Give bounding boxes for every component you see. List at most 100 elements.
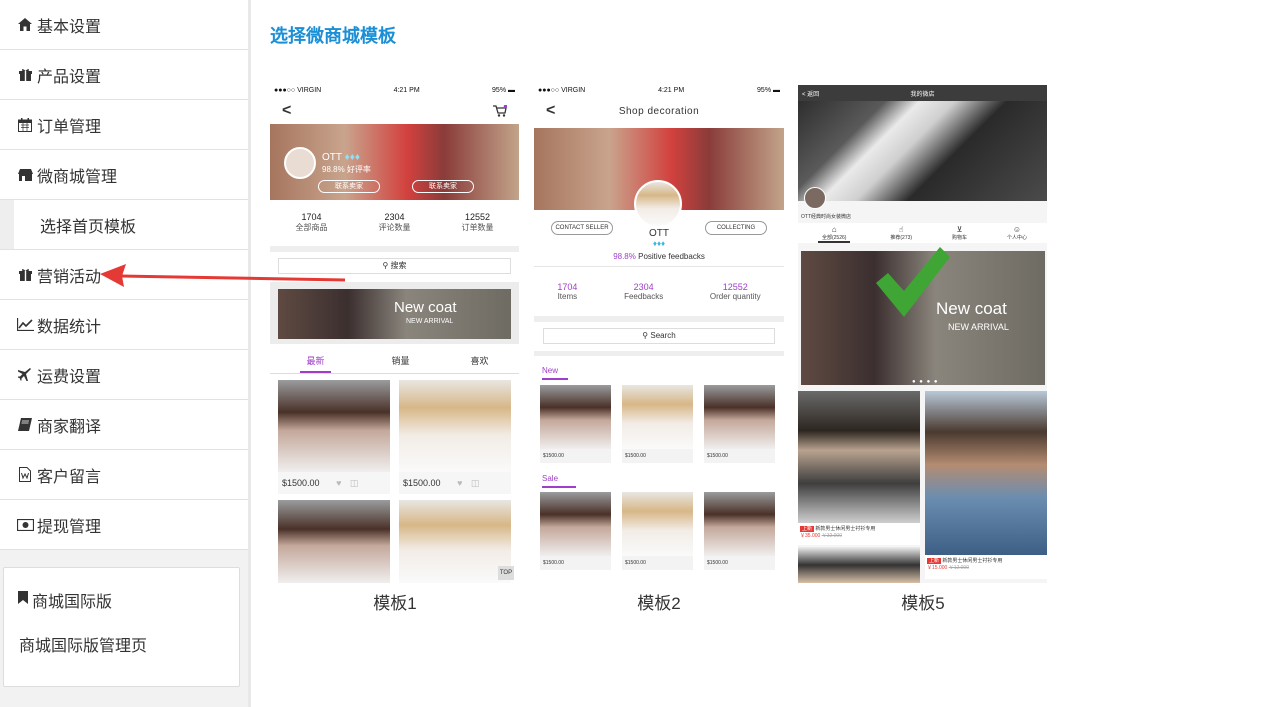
product-price: $1500.00 ♥ ◫ bbox=[399, 472, 511, 494]
product-image[interactable] bbox=[278, 380, 390, 472]
divider bbox=[534, 266, 784, 267]
product-price: $1500.00 bbox=[540, 556, 611, 570]
rating: 98.8% 好评率 bbox=[322, 165, 371, 174]
product-image[interactable] bbox=[399, 500, 511, 583]
sidebar-item-select-home-template[interactable]: 选择首页模板 bbox=[0, 200, 248, 250]
sidebar-item-label: 订单管理 bbox=[37, 118, 102, 136]
sidebar-item-customer-messages[interactable]: 客户留言 bbox=[0, 450, 248, 500]
stat: 2304 评论数量 bbox=[378, 212, 411, 232]
product-price: $1500.00 bbox=[704, 556, 775, 570]
template-2-preview[interactable]: ●●●○○ VIRGIN 4:21 PM 95% ▬ < Shop decora… bbox=[534, 86, 784, 583]
sidebar-item-label: 产品设置 bbox=[37, 68, 102, 86]
sidebar: 基本设置 产品设置 订单管理 微商城管理 选择首页模板 营销活动 数据统计 运费… bbox=[0, 0, 251, 707]
sidebar-item-label: 数据统计 bbox=[37, 318, 102, 336]
stat: 1704 全部商品 bbox=[295, 212, 328, 232]
status-bar: ●●●○○ VIRGIN 4:21 PM 95% ▬ bbox=[534, 86, 784, 98]
time: 4:21 PM bbox=[393, 87, 420, 94]
template-2-label[interactable]: 模板2 bbox=[534, 589, 784, 614]
product-tabs: 最新 销量 喜欢 bbox=[270, 354, 519, 373]
status-bar: ●●●○○ VIRGIN 4:21 PM 95% ▬ bbox=[270, 86, 519, 98]
sidebar-item-label: 选择首页模板 bbox=[40, 218, 137, 236]
cart-icon: ◫ bbox=[470, 478, 480, 488]
collect-button[interactable]: 联系卖家 bbox=[412, 180, 474, 193]
sidebar-item-label: 客户留言 bbox=[37, 468, 102, 486]
line-chart-icon bbox=[16, 316, 34, 334]
section-sale: Sale bbox=[542, 474, 577, 488]
stats-row: 1704 全部商品 2304 评论数量 12552 订单数量 bbox=[270, 212, 519, 233]
calendar-icon bbox=[16, 116, 34, 134]
stat: 12552 Order quantity bbox=[709, 282, 761, 301]
search-icon: ⚲ bbox=[642, 331, 649, 340]
product-image[interactable] bbox=[704, 385, 775, 449]
sidebar-item-withdrawal[interactable]: 提现管理 bbox=[0, 500, 248, 550]
product-price: $1500.00 bbox=[540, 449, 611, 463]
page-title: 选择微商城模板 bbox=[270, 26, 396, 46]
template-1-preview[interactable]: ●●●○○ VIRGIN 4:21 PM 95% ▬ < OTT ♦♦♦ 98.… bbox=[270, 86, 519, 583]
product-image[interactable] bbox=[798, 391, 920, 523]
back-to-top-button[interactable]: TOP bbox=[498, 566, 514, 580]
product-image[interactable] bbox=[925, 391, 1047, 555]
user-icon: ☺ bbox=[1012, 225, 1022, 234]
template-5-preview[interactable]: < 返回 我的微店 OTT经典时尚女装微店 ⌂ 全部(2526) ☝ 推荐(273)… bbox=[798, 85, 1047, 583]
sidebar-item-label: 商家翻译 bbox=[37, 418, 102, 436]
product-image[interactable] bbox=[278, 500, 390, 583]
book-icon bbox=[16, 416, 34, 434]
search-input[interactable]: ⚲ Search bbox=[543, 328, 775, 344]
carousel-dots: ● ● ● ● bbox=[912, 379, 939, 385]
product-image[interactable] bbox=[399, 380, 511, 472]
product-info: 上新 新款男士休闲男士衬衫专用 ￥35.000 ￥32.000 bbox=[798, 523, 920, 545]
product-image[interactable] bbox=[540, 492, 611, 556]
heart-icon: ♥ bbox=[336, 478, 342, 488]
intl-title-text: 商城国际版 bbox=[32, 594, 113, 611]
cart-icon: ⊻ bbox=[956, 225, 963, 234]
sidebar-item-basic-settings[interactable]: 基本设置 bbox=[0, 0, 248, 50]
header-title: 我的微店 bbox=[910, 92, 935, 98]
template-1-label[interactable]: 模板1 bbox=[270, 589, 520, 614]
shop-tabs: ⌂ 全部(2526) ☝ 推荐(273) ⊻ 购物车 ☺ 个人中心 bbox=[798, 223, 1047, 243]
home-icon bbox=[16, 16, 34, 34]
product-image[interactable] bbox=[704, 492, 775, 556]
carrier: ●●●○○ VIRGIN bbox=[538, 87, 586, 94]
sidebar-item-shipping[interactable]: 运费设置 bbox=[0, 350, 248, 400]
tab-favorites[interactable]: 喜欢 bbox=[470, 354, 488, 373]
document-icon bbox=[16, 466, 34, 484]
diamond-icons: ♦♦♦ bbox=[652, 239, 666, 248]
avatar bbox=[804, 187, 826, 209]
section-new: New bbox=[542, 366, 569, 380]
product-info: 上新 新款男士休闲男士衬衫专用 ￥15.000 ￥12.000 bbox=[925, 555, 1047, 579]
sidebar-item-label: 运费设置 bbox=[37, 368, 102, 386]
tab-all[interactable]: ⌂ 全部(2526) bbox=[817, 223, 851, 243]
template-5-label[interactable]: 模板5 bbox=[798, 589, 1048, 614]
tab-cart[interactable]: ⊻ 购物车 bbox=[952, 223, 967, 243]
rating: 98.8% Positive feedbacks bbox=[613, 252, 705, 261]
back-icon: < bbox=[282, 102, 292, 119]
bookmark-icon bbox=[18, 591, 28, 609]
avatar bbox=[634, 180, 682, 228]
product-image[interactable] bbox=[622, 385, 693, 449]
intl-title: 商城国际版 bbox=[18, 588, 112, 612]
sidebar-item-product-settings[interactable]: 产品设置 bbox=[0, 50, 248, 100]
sidebar-item-label: 微商城管理 bbox=[37, 168, 118, 186]
product-image[interactable] bbox=[798, 547, 920, 583]
time: 4:21 PM bbox=[658, 87, 685, 94]
gift-icon bbox=[16, 266, 34, 284]
sidebar-item-mall-management[interactable]: 微商城管理 bbox=[0, 150, 248, 200]
product-price: $1500.00 bbox=[622, 449, 693, 463]
stats-row: 1704 Items 2304 Feedbacks 12552 Order quant… bbox=[534, 282, 784, 301]
money-icon bbox=[16, 516, 34, 534]
tab-profile[interactable]: ☺ 个人中心 bbox=[1007, 223, 1027, 243]
tab-sales[interactable]: 销量 bbox=[391, 354, 409, 373]
plane-icon bbox=[16, 366, 34, 384]
product-image[interactable] bbox=[540, 385, 611, 449]
sidebar-item-order-management[interactable]: 订单管理 bbox=[0, 100, 248, 150]
tab-newest[interactable]: 最新 bbox=[300, 354, 331, 373]
shop-cover bbox=[798, 101, 1047, 201]
carrier: ●●●○○ VIRGIN bbox=[274, 87, 322, 94]
tab-recommend[interactable]: ☝ 推荐(273) bbox=[890, 223, 912, 243]
shop-name: OTT bbox=[649, 228, 669, 239]
sidebar-item-statistics[interactable]: 数据统计 bbox=[0, 300, 248, 350]
product-image[interactable] bbox=[622, 492, 693, 556]
contact-seller-button[interactable]: 联系卖家 bbox=[318, 180, 380, 193]
sidebar-item-translation[interactable]: 商家翻译 bbox=[0, 400, 248, 450]
intl-manage-link[interactable]: 商城国际版管理页 bbox=[19, 632, 147, 656]
